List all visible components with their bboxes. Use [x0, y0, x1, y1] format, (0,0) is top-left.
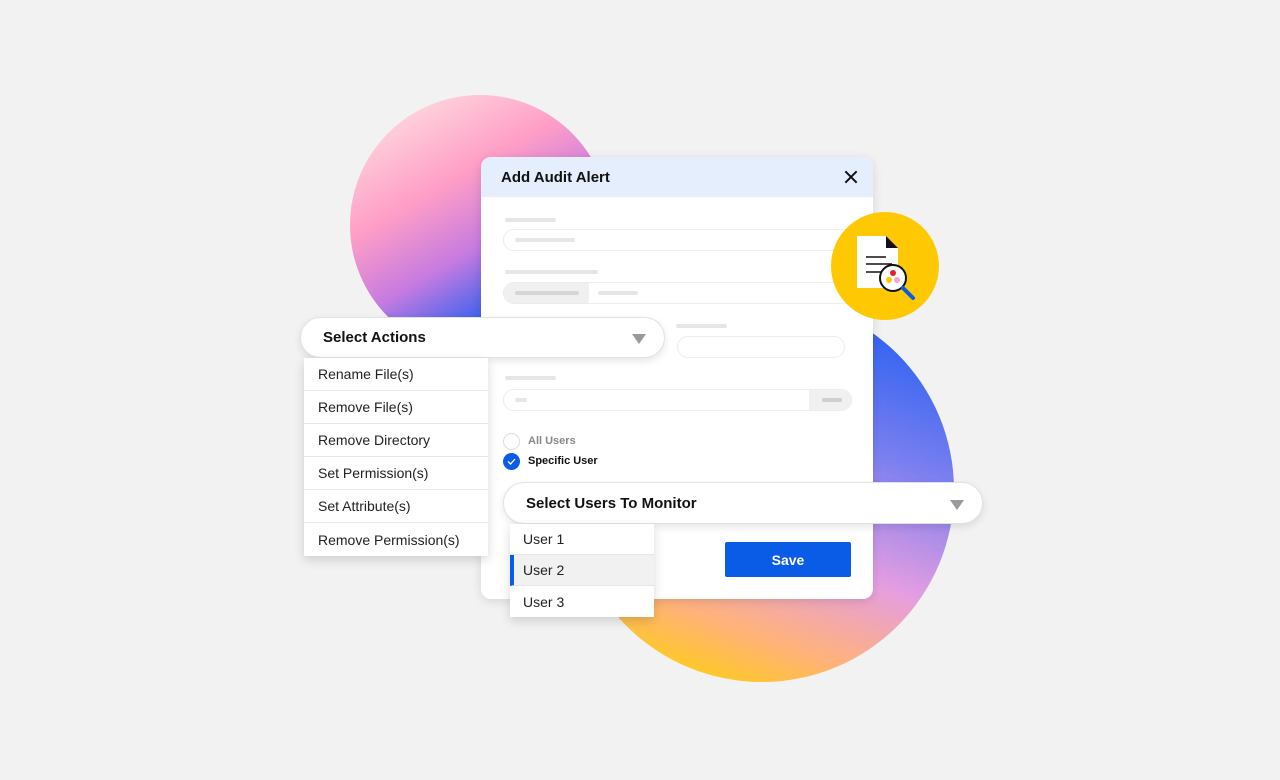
select-users-dropdown[interactable]: Select Users To Monitor — [503, 482, 983, 524]
close-icon[interactable] — [843, 169, 859, 185]
radio-specific-user[interactable] — [503, 453, 520, 470]
placeholder-label — [505, 218, 556, 222]
user-item-selected[interactable]: User 2 — [510, 555, 654, 586]
placeholder-label — [505, 376, 556, 380]
caret-down-icon — [950, 500, 964, 510]
select-actions-dropdown[interactable]: Select Actions — [300, 317, 665, 358]
save-button[interactable]: Save — [725, 542, 851, 577]
user-item[interactable]: User 1 — [510, 524, 654, 555]
radio-label: All Users — [528, 435, 576, 447]
placeholder-label — [676, 324, 727, 328]
action-item[interactable]: Remove File(s) — [304, 391, 488, 424]
placeholder-input[interactable] — [677, 336, 845, 358]
caret-down-icon — [632, 334, 646, 344]
action-item[interactable]: Set Attribute(s) — [304, 490, 488, 523]
document-search-icon — [831, 212, 939, 320]
actions-list: Rename File(s) Remove File(s) Remove Dir… — [304, 358, 488, 556]
placeholder-input[interactable] — [503, 282, 853, 304]
dialog-title: Add Audit Alert — [481, 157, 873, 197]
action-item[interactable]: Remove Directory — [304, 424, 488, 457]
select-actions-label: Select Actions — [323, 329, 426, 346]
radio-all-users[interactable] — [503, 433, 520, 450]
select-users-label: Select Users To Monitor — [526, 494, 697, 512]
action-item[interactable]: Rename File(s) — [304, 358, 488, 391]
placeholder-label — [505, 270, 598, 274]
users-list: User 1 User 2 User 3 — [510, 524, 654, 617]
action-item[interactable]: Remove Permission(s) — [304, 523, 488, 556]
placeholder-input[interactable] — [503, 389, 852, 411]
check-icon — [507, 458, 516, 465]
radio-label: Specific User — [528, 455, 598, 467]
user-item[interactable]: User 3 — [510, 586, 654, 617]
placeholder-input[interactable] — [503, 229, 853, 251]
action-item[interactable]: Set Permission(s) — [304, 457, 488, 490]
